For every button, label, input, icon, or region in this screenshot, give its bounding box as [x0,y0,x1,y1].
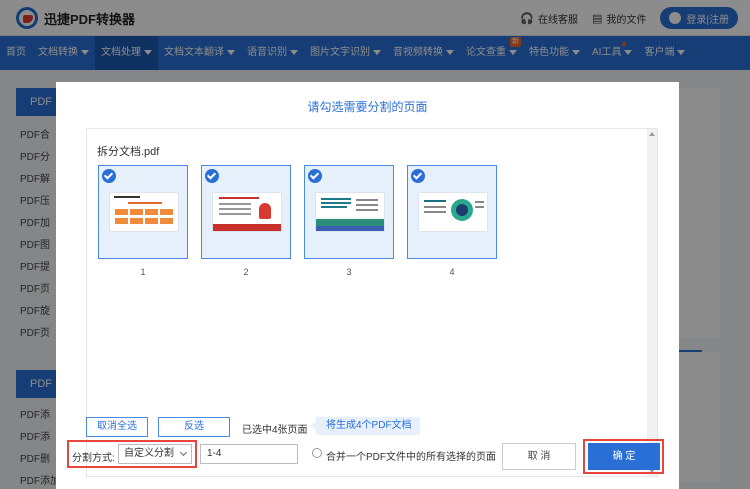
file-name: 拆分文档.pdf [97,146,160,158]
dialog-title: 请勾选需要分割的页面 [307,100,428,114]
page-range-input[interactable]: 1-4 [200,444,298,464]
page-number-2: 2 [243,267,249,277]
invert-selection-button[interactable]: 反选 [158,417,230,437]
selected-count-text: 已选中4张页面 [242,425,308,436]
page-number-1: 1 [140,267,146,277]
checked-icon[interactable] [205,169,219,183]
merge-option-label[interactable]: 合并一个PDF文件中的所有选择的页面 [326,448,496,463]
slide-preview-3 [316,193,384,231]
scroll-up-arrow-icon[interactable] [649,132,655,136]
scrollbar[interactable] [647,129,657,476]
split-pages-dialog: 请勾选需要分割的页面 拆分文档.pdf 1 2 3 4 取消全选 反选 已选中4… [56,82,679,489]
deselect-all-button[interactable]: 取消全选 [86,417,148,437]
checked-icon[interactable] [308,169,322,183]
page-thumbnail-3[interactable] [304,165,394,259]
page-number-3: 3 [346,267,352,277]
confirm-button[interactable]: 确 定 [588,443,660,470]
page-number-4: 4 [449,267,455,277]
page-thumbnail-4[interactable] [407,165,497,259]
generate-tip: 将生成4个PDF文档 [310,417,420,435]
split-mode-label: 分割方式: [72,453,115,464]
cancel-button[interactable]: 取 消 [502,443,576,470]
split-mode-value: 自定义分割 [124,448,174,459]
page-thumbnail-2[interactable] [201,165,291,259]
checked-icon[interactable] [411,169,425,183]
split-mode-select[interactable]: 自定义分割 [118,444,192,464]
page-thumbnail-1[interactable] [98,165,188,259]
slide-preview-1 [110,193,178,231]
checked-icon[interactable] [102,169,116,183]
merge-radio[interactable] [312,448,322,458]
slide-preview-4 [419,193,487,231]
slide-preview-2 [213,193,281,231]
chevron-down-icon [179,448,188,457]
